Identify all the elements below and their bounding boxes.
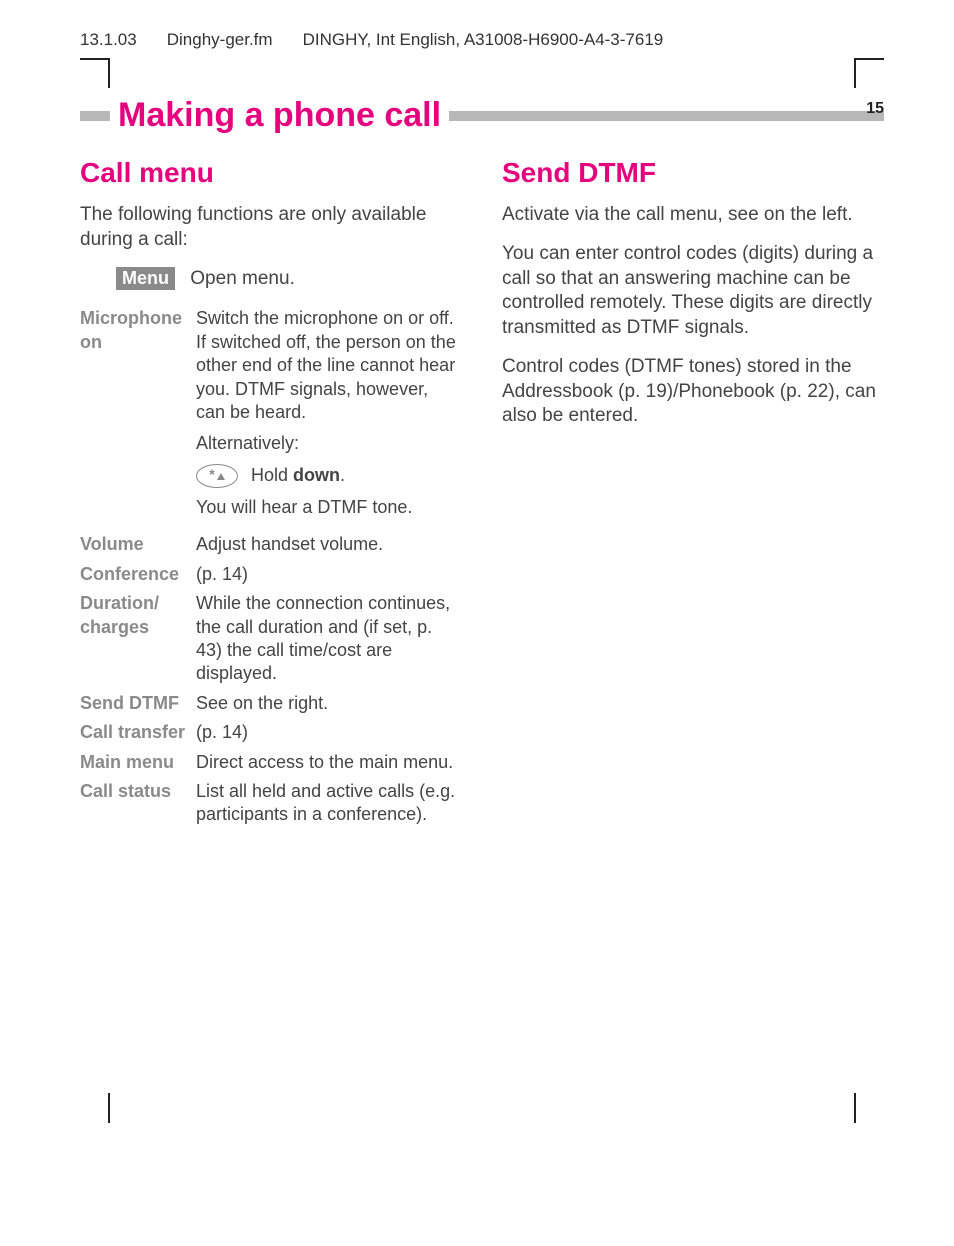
dtmf-p2: You can enter control codes (digits) dur… [502,242,884,341]
menu-row-main-menu: Main menu Direct access to the main menu… [80,751,462,774]
menu-label: Microphone on [80,307,196,354]
menu-desc: (p. 14) [196,563,462,586]
menu-row-call-status: Call status List all held and active cal… [80,780,462,827]
menu-label: Call transfer [80,721,196,744]
menu-desc: Switch the microphone on or off. If swit… [196,307,462,527]
menu-desc: Adjust handset volume. [196,533,462,556]
running-header: 13.1.03 Dinghy-ger.fm DINGHY, Int Englis… [80,30,884,50]
microphone-alt: Alternatively: [196,432,462,455]
menu-row-duration: Duration/ charges While the connection c… [80,592,462,686]
crop-marks-bottom [80,1093,884,1123]
menu-label: Send DTMF [80,692,196,715]
title-row: Making a phone call 15 [80,96,884,135]
menu-desc: While the connection continues, the call… [196,592,462,686]
dtmf-p3: Control codes (DTMF tones) stored in the… [502,355,884,429]
header-date: 13.1.03 [80,30,137,50]
menu-desc: (p. 14) [196,721,462,744]
section-heading-call-menu: Call menu [80,155,462,191]
menu-row-send-dtmf: Send DTMF See on the right. [80,692,462,715]
menu-desc: See on the right. [196,692,462,715]
star-key-icon: * [196,464,238,488]
hold-down-row: * Hold down. [196,464,462,488]
hold-bold: down [293,465,340,485]
right-column: Send DTMF Activate via the call menu, se… [502,155,884,833]
crop-marks-top [80,58,884,88]
menu-label: Conference [80,563,196,586]
open-menu-text: Open menu. [190,268,295,289]
menu-row-microphone: Microphone on Switch the microphone on o… [80,307,462,527]
dtmf-tone-note: You will hear a DTMF tone. [196,496,462,519]
page: 13.1.03 Dinghy-ger.fm DINGHY, Int Englis… [0,0,954,1123]
page-number: 15 [866,100,884,118]
hold-post: . [340,465,345,485]
section-heading-send-dtmf: Send DTMF [502,155,884,191]
microphone-desc: Switch the microphone on or off. If swit… [196,307,462,424]
hold-pre: Hold [251,465,293,485]
dtmf-p1: Activate via the call menu, see on the l… [502,203,884,228]
menu-desc: Direct access to the main menu. [196,751,462,774]
menu-softkey: Menu [116,267,175,290]
menu-label: Volume [80,533,196,556]
call-menu-intro: The following functions are only availab… [80,203,462,252]
left-column: Call menu The following functions are on… [80,155,462,833]
menu-label: Main menu [80,751,196,774]
open-menu-line: Menu Open menu. [80,267,462,292]
menu-row-conference: Conference (p. 14) [80,563,462,586]
menu-row-call-transfer: Call transfer (p. 14) [80,721,462,744]
page-title: Making a phone call [118,96,441,135]
header-doc: DINGHY, Int English, A31008-H6900-A4-3-7… [303,30,664,50]
menu-desc: List all held and active calls (e.g. par… [196,780,462,827]
menu-label: Duration/ charges [80,592,196,639]
menu-row-volume: Volume Adjust handset volume. [80,533,462,556]
menu-table: Microphone on Switch the microphone on o… [80,307,462,826]
columns: Call menu The following functions are on… [80,155,884,833]
menu-label: Call status [80,780,196,803]
header-file: Dinghy-ger.fm [167,30,273,50]
